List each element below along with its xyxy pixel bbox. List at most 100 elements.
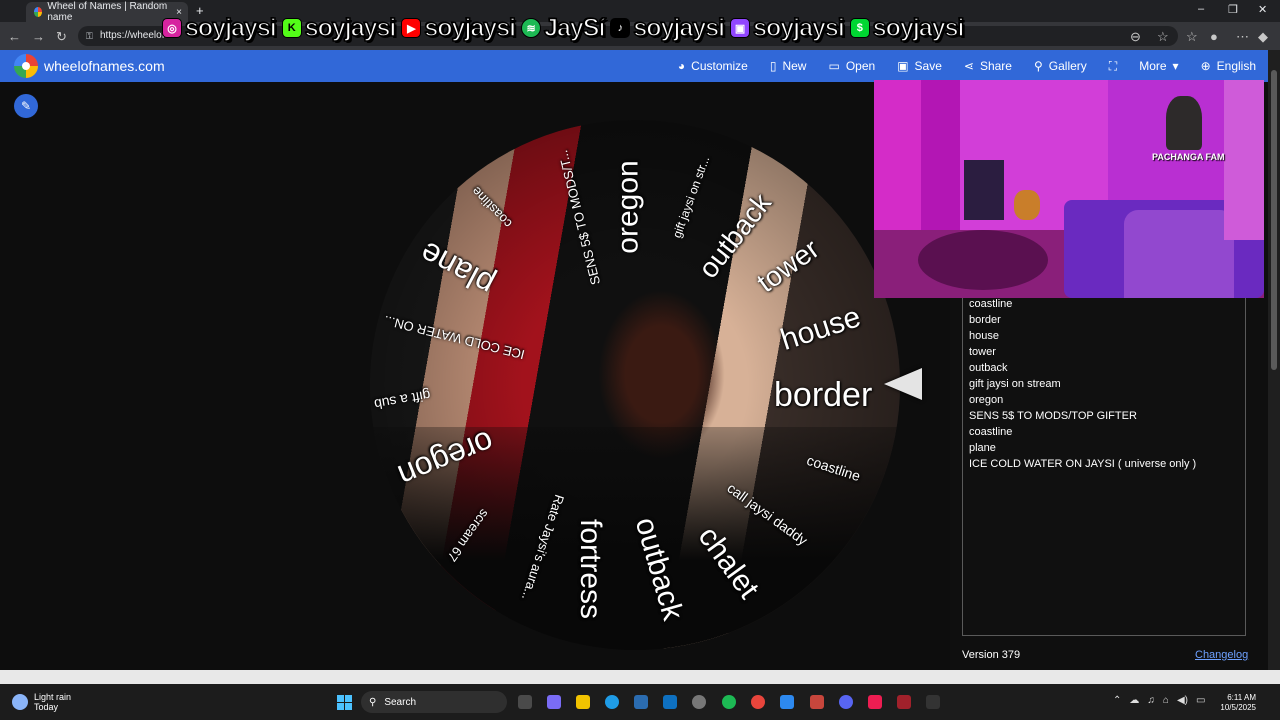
entry-line[interactable]: outback [969, 360, 1245, 376]
overlay-handle: soyjaysi [424, 13, 517, 43]
entry-line[interactable]: plane [969, 440, 1245, 456]
settings-gear-icon[interactable] [692, 695, 706, 709]
overlay-handle: soyjaysi [872, 13, 965, 43]
minimize-icon[interactable]: – [1198, 3, 1204, 15]
spin-wheel[interactable]: oregon gift jaysi on str... outback towe… [370, 120, 900, 650]
gaming-chair [1124, 210, 1234, 298]
favorites-icon[interactable]: ☆ [1186, 29, 1198, 45]
edge-icon[interactable] [605, 695, 619, 709]
taskbar-search[interactable]: ⚲ Search [361, 691, 507, 713]
overlay-handle: soyjaysi [184, 13, 277, 43]
system-tray[interactable]: ⌃ ☁ ♫ ⌂ ◀) ▭ [1113, 695, 1205, 706]
horizontal-scrollbar[interactable] [0, 670, 1280, 684]
spotify-app-icon[interactable] [722, 695, 736, 709]
copilot-icon[interactable]: ◆ [1258, 29, 1268, 45]
chrome-icon[interactable] [751, 695, 765, 709]
share-button[interactable]: ⋖ Share [964, 59, 1012, 73]
overlay-tiktok: ♪ soyjaysi [610, 13, 726, 43]
entry-line[interactable]: ICE COLD WATER ON JAYSI ( universe only … [969, 456, 1245, 472]
discord-icon[interactable] [839, 695, 853, 709]
start-windows-icon[interactable] [337, 695, 352, 710]
battery-icon[interactable]: ▭ [1196, 695, 1205, 706]
back-icon[interactable]: ← [8, 29, 21, 44]
obs-app-icon[interactable] [897, 695, 911, 709]
store-icon[interactable] [634, 695, 648, 709]
webcam-feed: PACHANGA FAM [874, 80, 1264, 298]
weather-widget[interactable]: Light rain Today [12, 692, 71, 712]
vertical-scroll-thumb[interactable] [1271, 70, 1277, 370]
palette-icon: ◕ [677, 59, 686, 73]
entry-line[interactable]: gift jaysi on stream [969, 376, 1245, 392]
weather-text: Light rain Today [34, 692, 71, 712]
fullscreen-button[interactable]: ⛶ [1109, 59, 1117, 74]
twitch-icon: ▣ [730, 18, 751, 38]
app-header: wheelofnames.com ◕ Customize ▯ New ▭ Open ▣… [0, 50, 1268, 82]
microphone-icon[interactable]: ♫ [1147, 695, 1155, 706]
share-icon: ⋖ [963, 59, 974, 73]
wheel-logo-icon[interactable] [14, 54, 38, 78]
language-button[interactable]: ⊕ English [1201, 59, 1256, 73]
volume-icon[interactable]: ◀) [1177, 695, 1188, 706]
fullscreen-icon: ⛶ [1108, 58, 1118, 73]
task-view-icon[interactable] [518, 695, 532, 709]
room-rug [918, 230, 1048, 290]
save-button[interactable]: ▣ Save [897, 59, 942, 73]
profile-avatar[interactable]: ● [1210, 29, 1218, 44]
forward-icon[interactable]: → [32, 29, 45, 44]
overlay-spotify: ≋ JaySí [521, 13, 606, 43]
taskbar-clock[interactable]: 6:11 AM 10/5/2025 [1220, 693, 1256, 713]
outlook-icon[interactable] [663, 695, 677, 709]
wheel-segment-label: fortress [574, 518, 608, 620]
customize-button[interactable]: ◕ Customize [678, 59, 748, 73]
overlay-handle: soyjaysi [304, 13, 397, 43]
windows-taskbar: Light rain Today ⚲ Search ⌃ ☁ ♫ ⌂ ◀) ▭ 6… [0, 684, 1280, 720]
new-button[interactable]: ▯ New [770, 59, 807, 73]
close-window-icon[interactable]: ✕ [1258, 3, 1267, 16]
entries-textarea[interactable]: coastline border house tower outback gift jay… [962, 292, 1246, 636]
entry-line[interactable]: border [969, 312, 1245, 328]
site-name[interactable]: wheelofnames.com [44, 58, 165, 74]
network-icon[interactable]: ⌂ [1163, 695, 1169, 706]
header-menu: ◕ Customize ▯ New ▭ Open ▣ Save ⋖ Share ⚲ Gall… [678, 50, 1268, 82]
changelog-link[interactable]: Changelog [1195, 649, 1248, 661]
clock-date: 10/5/2025 [1220, 703, 1256, 712]
maximize-icon[interactable]: ❐ [1228, 3, 1238, 16]
copilot-app-icon[interactable] [547, 695, 561, 709]
install-icon[interactable]: ⊖ [1130, 29, 1141, 45]
room-shelf [964, 160, 1004, 220]
instagram-icon: ◎ [162, 18, 182, 38]
terminal-icon[interactable] [926, 695, 940, 709]
more-button[interactable]: More ▾ [1139, 59, 1178, 73]
entry-line[interactable]: coastline [969, 296, 1245, 312]
stream-social-overlay: ◎ soyjaysi K soyjaysi ▶ soyjaysi ≋ JaySí… [162, 12, 1124, 44]
window-app-icon[interactable] [780, 695, 794, 709]
bookmark-star-icon[interactable]: ☆ [1157, 29, 1169, 45]
spotify-icon: ≋ [521, 18, 542, 38]
entry-line[interactable]: oregon [969, 392, 1245, 408]
wheel-favicon-icon [34, 7, 43, 17]
site-info-icon[interactable]: ⚿ [86, 26, 93, 46]
overlay-instagram: ◎ soyjaysi [162, 13, 277, 43]
entry-line[interactable]: house [969, 328, 1245, 344]
soldier-avatar-icon [1166, 96, 1202, 150]
cashapp-icon: $ [849, 18, 870, 38]
gallery-button[interactable]: ⚲ Gallery [1034, 59, 1087, 73]
weather-day: Today [34, 702, 59, 712]
wheel-segment-label: oregon [611, 160, 645, 254]
tiktok-app-icon[interactable] [868, 695, 882, 709]
edit-pencil-icon[interactable]: ✎ [14, 94, 38, 118]
wheel-segment-label: border [774, 376, 873, 414]
chevron-up-icon[interactable]: ⌃ [1113, 695, 1121, 706]
search-icon: ⚲ [369, 696, 377, 708]
tf-app-icon[interactable] [810, 695, 824, 709]
cloud-icon[interactable]: ☁ [1129, 695, 1139, 706]
overlay-handle: soyjaysi [633, 13, 726, 43]
reload-icon[interactable]: ↻ [56, 29, 67, 45]
open-button[interactable]: ▭ Open [828, 59, 875, 73]
entry-line[interactable]: coastline [969, 424, 1245, 440]
entry-line[interactable]: SENS 5$ TO MODS/TOP GIFTER [969, 408, 1245, 424]
entry-line[interactable]: tower [969, 344, 1245, 360]
file-explorer-icon[interactable] [576, 695, 590, 709]
tiktok-icon: ♪ [610, 18, 631, 38]
menu-dots-icon[interactable]: ⋯ [1236, 29, 1249, 45]
